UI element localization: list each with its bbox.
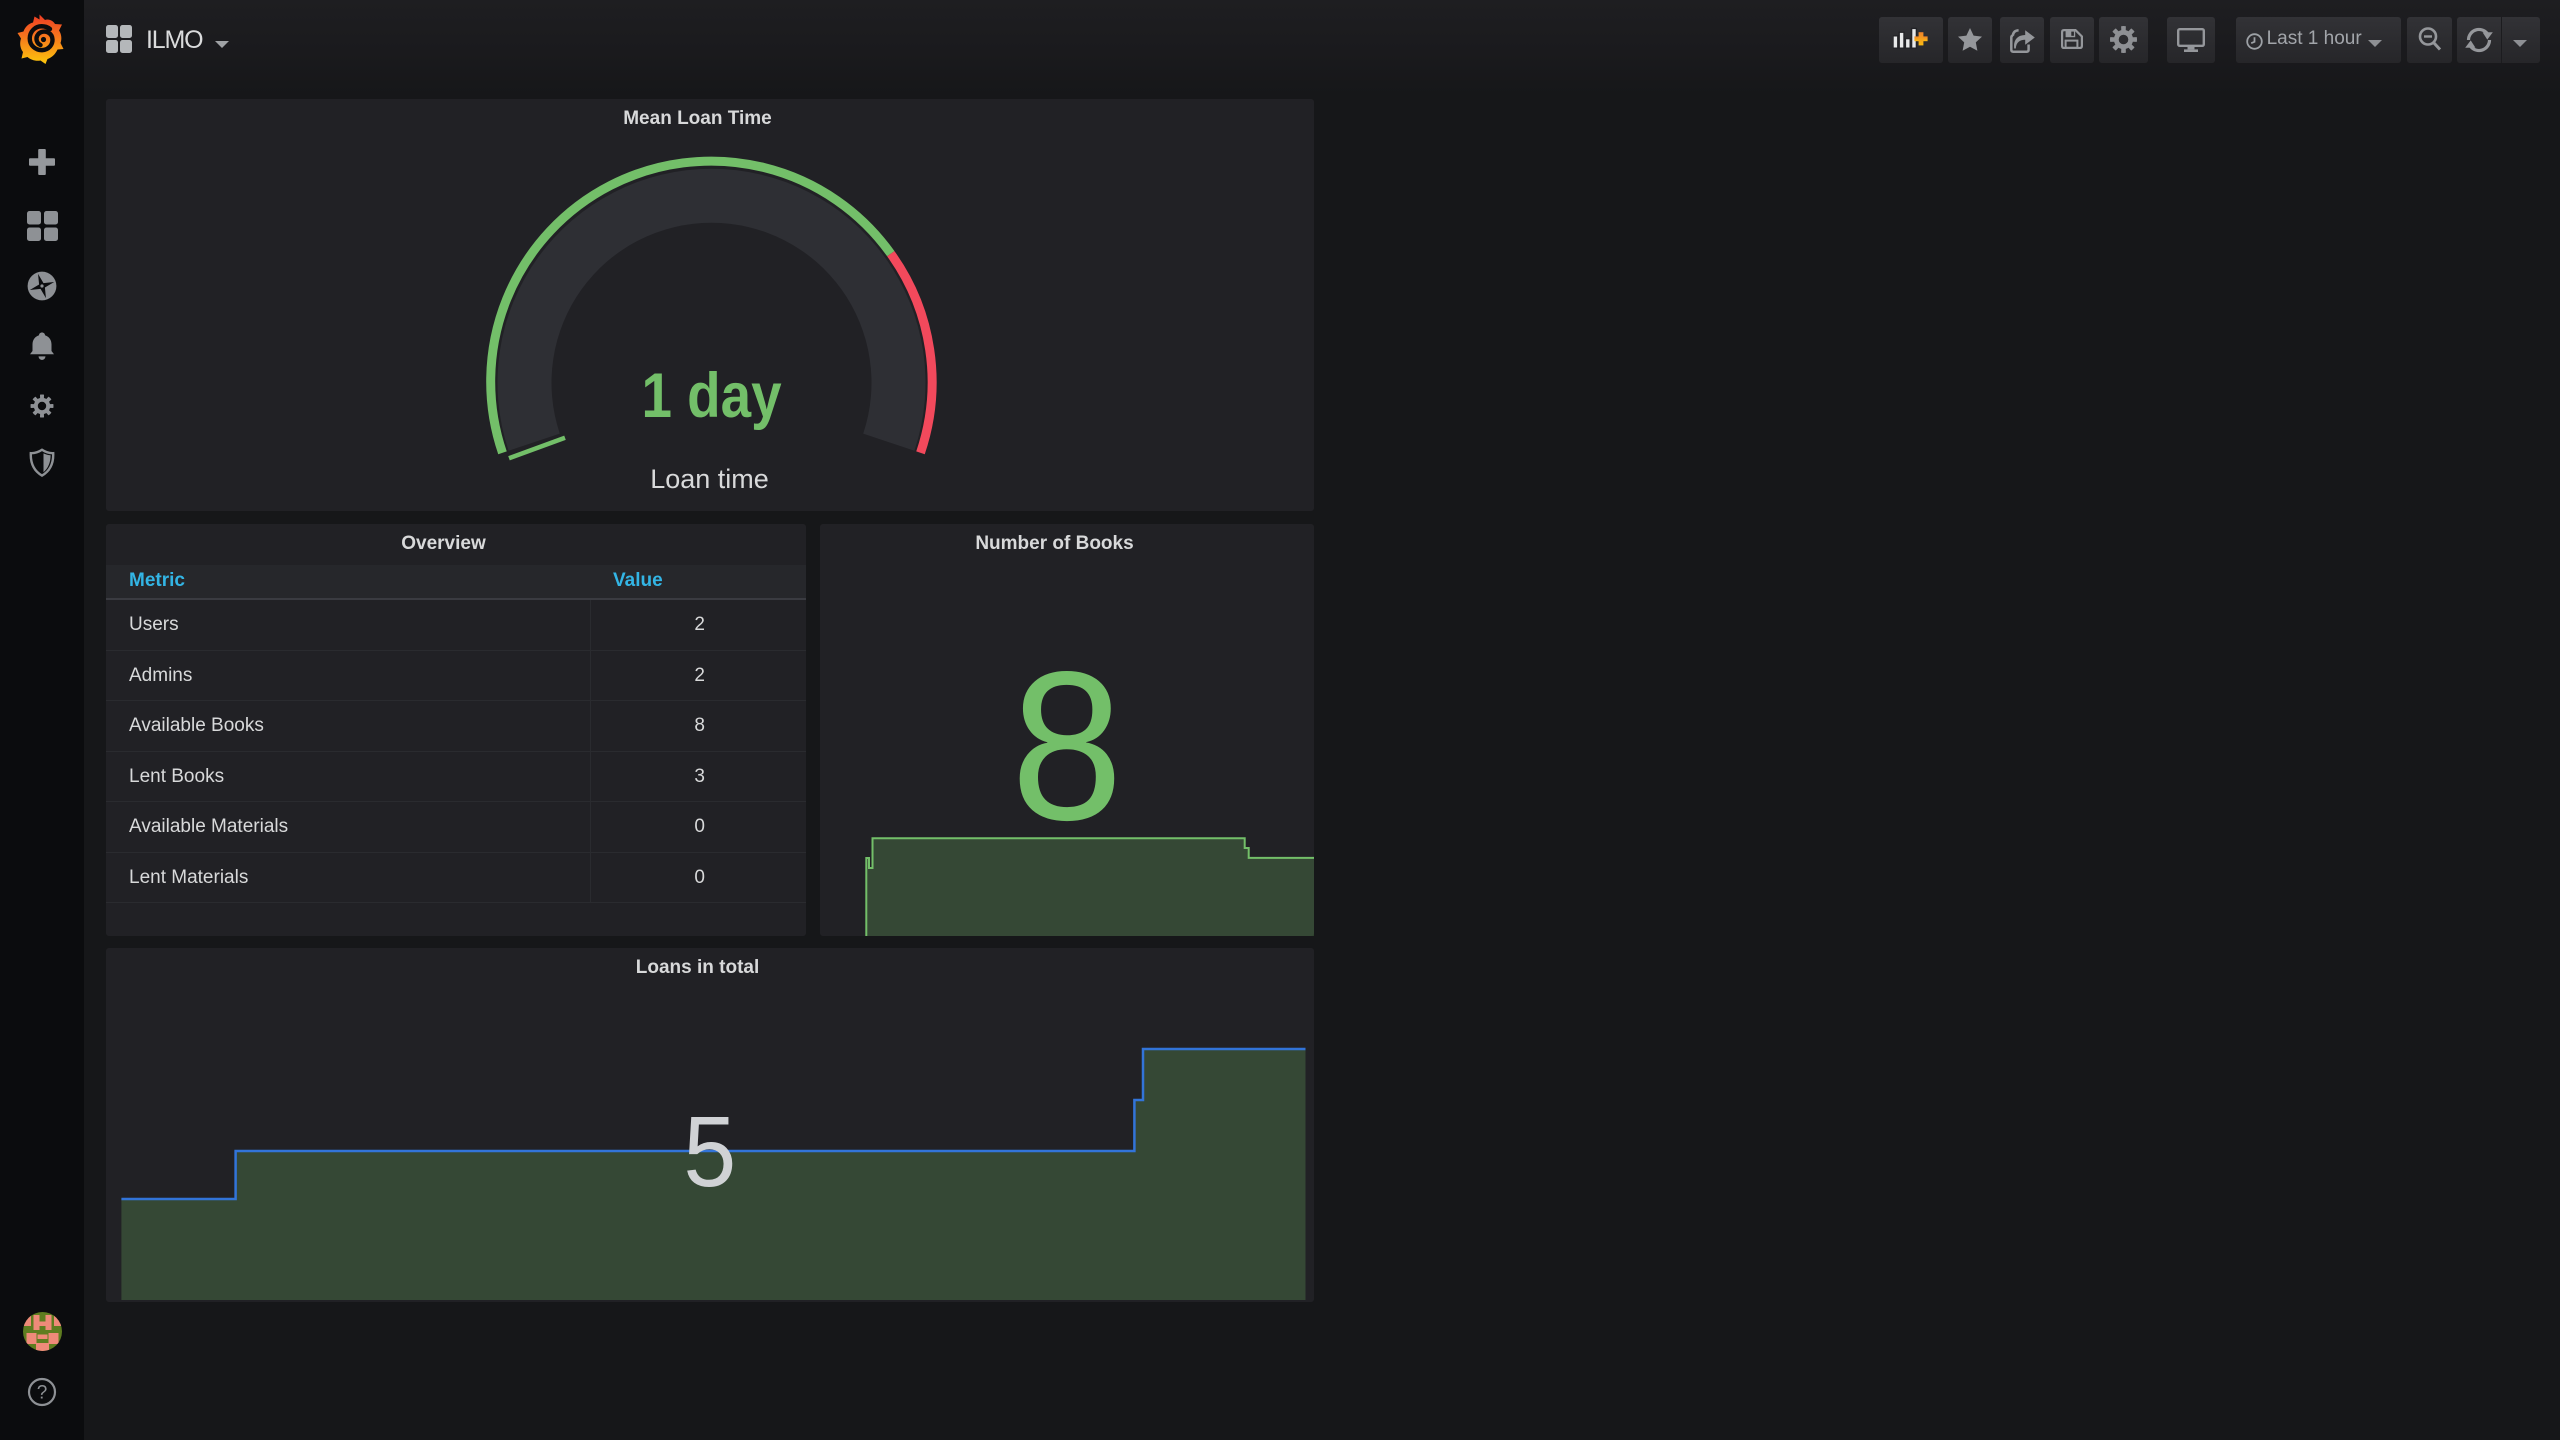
svg-text:?: ? — [37, 1383, 48, 1404]
